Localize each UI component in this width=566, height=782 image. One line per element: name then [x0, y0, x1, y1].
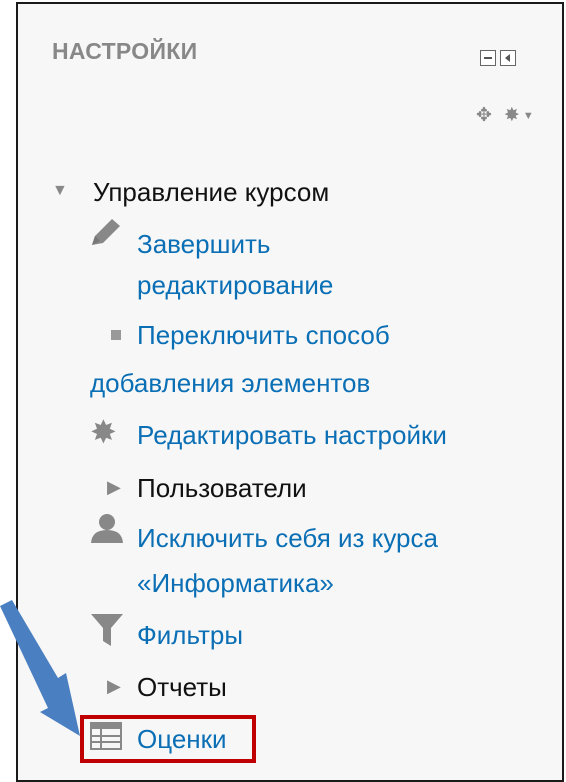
link-filters[interactable]: Фильтры [137, 622, 243, 648]
link-unenrol-line2[interactable]: «Информатика» [137, 570, 334, 596]
link-finish-editing-line1[interactable]: Завершить [137, 231, 270, 257]
chevron-down-icon[interactable]: ▼ [523, 110, 534, 122]
filter-icon [91, 614, 123, 646]
pointer-arrow-icon [0, 600, 80, 736]
highlight-box [80, 715, 256, 763]
expanded-triangle-icon[interactable]: ▼ [52, 182, 68, 200]
minimize-icon[interactable] [480, 50, 496, 66]
dock-left-icon[interactable] [500, 50, 516, 66]
block-tools: ✥ ✸ ▼ [476, 106, 534, 125]
gear-icon: ✸ [90, 414, 117, 450]
pencil-icon [92, 219, 120, 245]
link-edit-settings[interactable]: Редактировать настройки [137, 422, 447, 448]
collapsed-triangle-icon[interactable]: ▶ [107, 477, 121, 498]
link-finish-editing-line2[interactable]: редактирование [137, 272, 333, 298]
collapsed-triangle-icon[interactable]: ▶ [107, 676, 121, 697]
bullet-square-icon [111, 330, 121, 340]
gear-icon[interactable]: ✸ [504, 106, 520, 125]
move-icon[interactable]: ✥ [476, 106, 492, 125]
tree-item-course-admin[interactable]: Управление курсом [93, 179, 329, 205]
tree-item-users[interactable]: Пользователи [137, 475, 307, 501]
link-switch-add-line1[interactable]: Переключить способ [137, 322, 390, 348]
tree-item-reports[interactable]: Отчеты [137, 674, 227, 700]
user-icon [91, 514, 123, 543]
link-unenrol-line1[interactable]: Исключить себя из курса [137, 525, 438, 551]
block-title: НАСТРОЙКИ [52, 38, 198, 64]
dock-controls [480, 50, 516, 66]
link-switch-add-line2[interactable]: добавления элементов [90, 370, 370, 396]
